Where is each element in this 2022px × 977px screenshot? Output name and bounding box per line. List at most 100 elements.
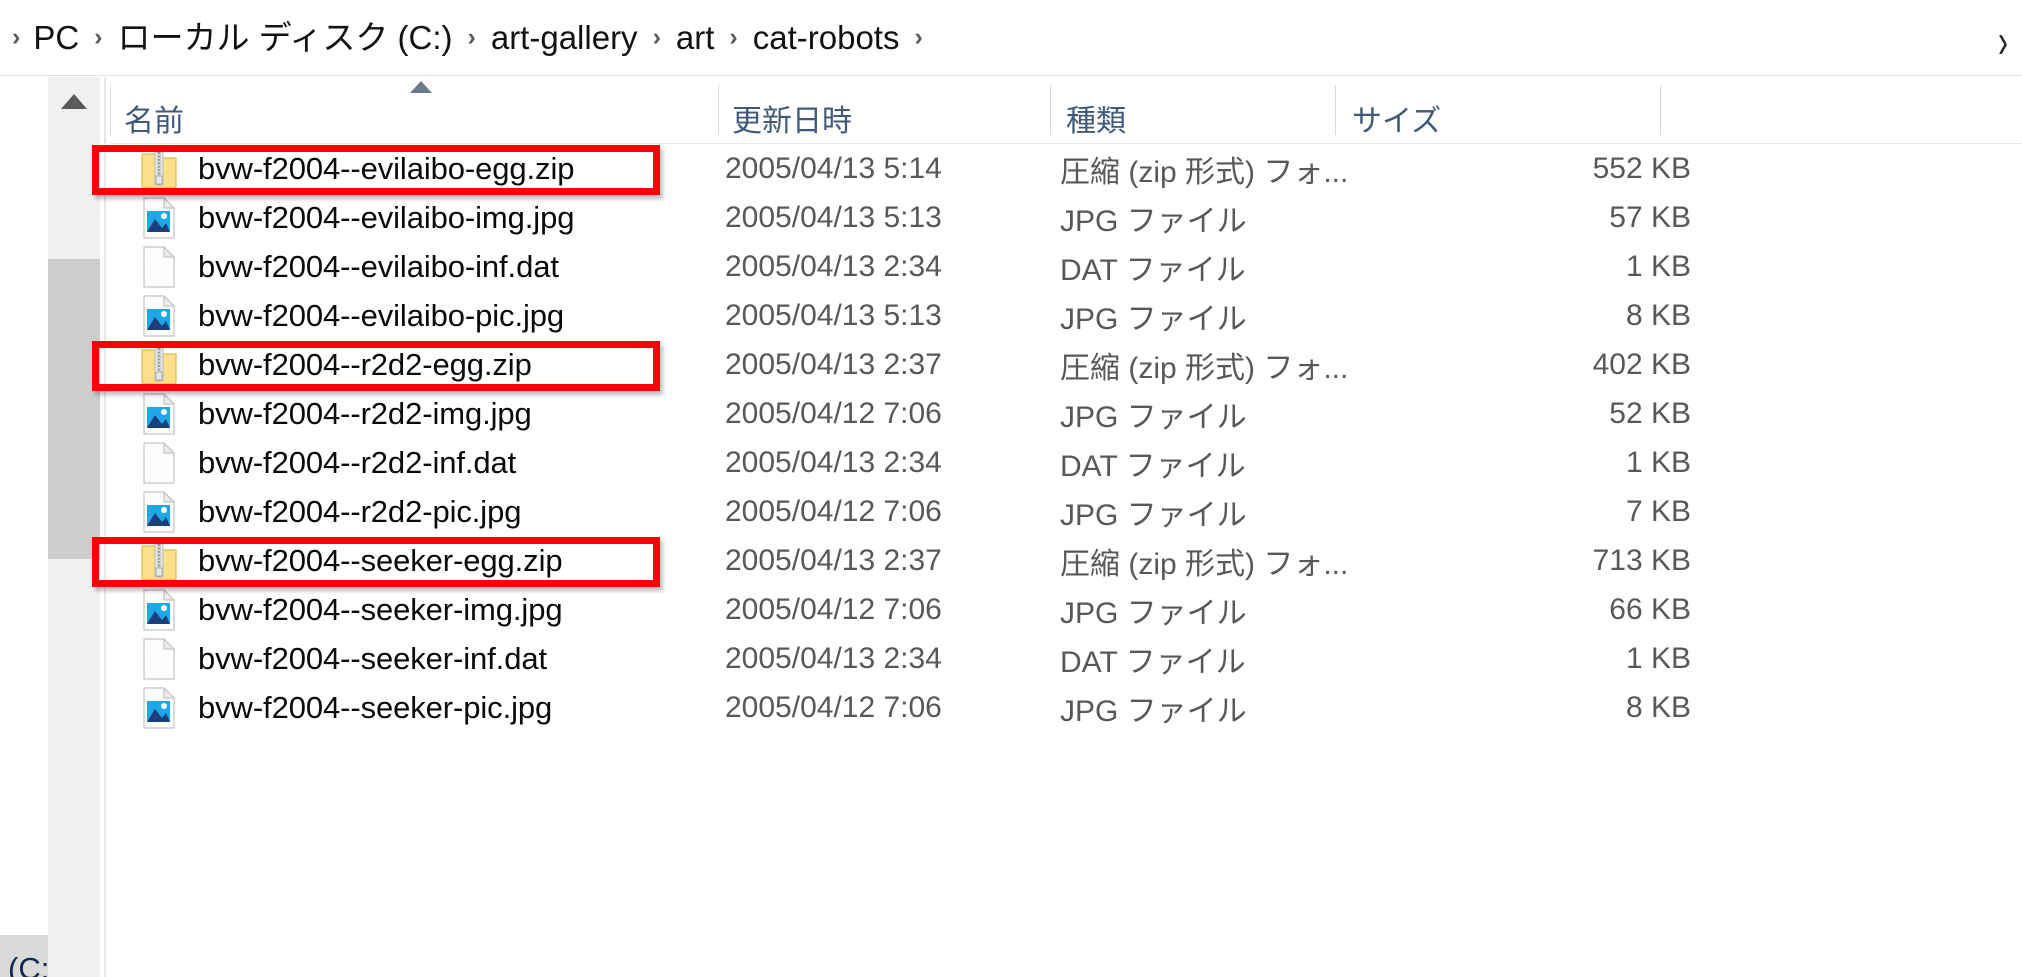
breadcrumb-separator-icon: › xyxy=(94,23,103,51)
column-header-date[interactable]: 更新日時 xyxy=(732,77,852,143)
breadcrumb-item-pc[interactable]: PC xyxy=(31,17,81,58)
table-row[interactable]: bvw-f2004--seeker-egg.zip 2005/04/13 2:37… xyxy=(110,536,2022,585)
column-header-type[interactable]: 種類 xyxy=(1066,77,1126,143)
jpg-icon xyxy=(140,686,178,729)
dat-icon xyxy=(140,245,178,288)
file-date-cell: 2005/04/13 5:14 xyxy=(725,151,942,185)
column-header-type-label: 種類 xyxy=(1066,104,1126,138)
column-header-date-label: 更新日時 xyxy=(732,104,852,138)
table-row[interactable]: bvw-f2004--seeker-inf.dat 2005/04/13 2:34… xyxy=(110,634,2022,683)
column-divider[interactable] xyxy=(718,85,719,135)
dat-icon xyxy=(140,441,178,484)
table-row[interactable]: bvw-f2004--r2d2-pic.jpg 2005/04/12 7:06 JP… xyxy=(110,487,2022,536)
navigation-pane-scrollbar[interactable] xyxy=(48,77,100,977)
column-divider[interactable] xyxy=(1050,85,1051,135)
table-row[interactable]: bvw-f2004--evilaibo-egg.zip 2005/04/13 5:… xyxy=(110,144,2022,193)
file-name-cell[interactable]: bvw-f2004--evilaibo-pic.jpg xyxy=(110,291,730,340)
dat-icon xyxy=(140,637,178,680)
file-size-cell: 8 KB xyxy=(1625,690,1691,724)
navigation-pane: (C: xyxy=(0,77,48,977)
nav-item-local-disk-partial[interactable]: (C: xyxy=(0,935,48,977)
file-name-cell[interactable]: bvw-f2004--evilaibo-inf.dat xyxy=(110,242,730,291)
file-type-cell: JPG ファイル xyxy=(1060,302,1247,336)
file-date-cell: 2005/04/12 7:06 xyxy=(725,396,942,430)
breadcrumb-separator-icon: › xyxy=(652,23,661,51)
file-name-cell[interactable]: bvw-f2004--evilaibo-img.jpg xyxy=(110,193,730,242)
address-overflow-chevron-icon[interactable]: › xyxy=(1998,16,2008,70)
breadcrumb-item-art-gallery[interactable]: art-gallery xyxy=(489,17,640,58)
file-name-label: bvw-f2004--evilaibo-egg.zip xyxy=(198,150,575,186)
file-name-label: bvw-f2004--r2d2-pic.jpg xyxy=(198,493,522,529)
file-name-label: bvw-f2004--seeker-pic.jpg xyxy=(198,689,553,725)
table-row[interactable]: bvw-f2004--r2d2-inf.dat 2005/04/13 2:34 DA… xyxy=(110,438,2022,487)
file-type-cell: DAT ファイル xyxy=(1060,253,1246,287)
zip-icon xyxy=(140,344,178,386)
file-name-label: bvw-f2004--r2d2-img.jpg xyxy=(198,395,532,431)
zip-icon xyxy=(140,148,178,190)
scrollbar-thumb[interactable] xyxy=(48,259,100,559)
column-divider[interactable] xyxy=(110,85,111,135)
file-size-cell: 552 KB xyxy=(1592,151,1691,185)
column-divider[interactable] xyxy=(1335,85,1336,135)
jpg-icon xyxy=(140,196,178,239)
pane-divider xyxy=(104,77,106,977)
file-name-cell[interactable]: bvw-f2004--r2d2-pic.jpg xyxy=(110,487,730,536)
file-type-cell: JPG ファイル xyxy=(1060,596,1247,630)
file-size-cell: 7 KB xyxy=(1625,494,1691,528)
file-name-label: bvw-f2004--r2d2-egg.zip xyxy=(198,346,532,382)
file-type-cell: DAT ファイル xyxy=(1060,449,1246,483)
file-size-cell: 1 KB xyxy=(1625,445,1691,479)
breadcrumb-separator-icon: › xyxy=(914,23,923,51)
scrollbar-up-button[interactable] xyxy=(48,77,100,125)
file-size-cell: 8 KB xyxy=(1625,298,1691,332)
table-row[interactable]: bvw-f2004--r2d2-img.jpg 2005/04/12 7:06 JP… xyxy=(110,389,2022,438)
file-date-cell: 2005/04/13 5:13 xyxy=(725,298,942,332)
table-row[interactable]: bvw-f2004--evilaibo-img.jpg 2005/04/13 5:… xyxy=(110,193,2022,242)
table-row[interactable]: bvw-f2004--seeker-img.jpg 2005/04/12 7:06… xyxy=(110,585,2022,634)
file-name-cell[interactable]: bvw-f2004--r2d2-img.jpg xyxy=(110,389,730,438)
file-type-cell: DAT ファイル xyxy=(1060,645,1246,679)
file-name-cell[interactable]: bvw-f2004--r2d2-egg.zip xyxy=(110,340,730,389)
file-date-cell: 2005/04/13 2:34 xyxy=(725,445,942,479)
file-name-cell[interactable]: bvw-f2004--seeker-pic.jpg xyxy=(110,683,730,732)
breadcrumb-item-cat-robots[interactable]: cat-robots xyxy=(751,17,902,58)
file-size-cell: 57 KB xyxy=(1609,200,1691,234)
column-header-name[interactable]: 名前 xyxy=(124,77,184,143)
breadcrumb-item-local-disk[interactable]: ローカル ディスク (C:) xyxy=(116,17,455,58)
file-name-cell[interactable]: bvw-f2004--seeker-egg.zip xyxy=(110,536,730,585)
file-size-cell: 1 KB xyxy=(1625,641,1691,675)
file-date-cell: 2005/04/13 2:37 xyxy=(725,543,942,577)
file-date-cell: 2005/04/12 7:06 xyxy=(725,592,942,626)
file-date-cell: 2005/04/13 5:13 xyxy=(725,200,942,234)
file-rows-container: bvw-f2004--evilaibo-egg.zip 2005/04/13 5:… xyxy=(110,144,2022,732)
table-row[interactable]: bvw-f2004--seeker-pic.jpg 2005/04/12 7:06… xyxy=(110,683,2022,732)
table-row[interactable]: bvw-f2004--r2d2-egg.zip 2005/04/13 2:37 圧縮… xyxy=(110,340,2022,389)
file-type-cell: JPG ファイル xyxy=(1060,400,1247,434)
address-bar[interactable]: › PC › ローカル ディスク (C:) › art-gallery › ar… xyxy=(0,0,2022,76)
file-type-cell: 圧縮 (zip 形式) フォ... xyxy=(1060,155,1349,189)
file-name-cell[interactable]: bvw-f2004--evilaibo-egg.zip xyxy=(110,144,730,193)
file-name-label: bvw-f2004--evilaibo-img.jpg xyxy=(198,199,575,235)
file-name-cell[interactable]: bvw-f2004--seeker-img.jpg xyxy=(110,585,730,634)
file-name-cell[interactable]: bvw-f2004--seeker-inf.dat xyxy=(110,634,730,683)
breadcrumb-item-art[interactable]: art xyxy=(674,17,717,58)
file-size-cell: 66 KB xyxy=(1609,592,1691,626)
file-name-label: bvw-f2004--r2d2-inf.dat xyxy=(198,444,517,480)
column-header-size-label: サイズ xyxy=(1352,104,1442,138)
file-name-cell[interactable]: bvw-f2004--r2d2-inf.dat xyxy=(110,438,730,487)
column-divider[interactable] xyxy=(1660,85,1661,135)
file-date-cell: 2005/04/13 2:34 xyxy=(725,641,942,675)
table-row[interactable]: bvw-f2004--evilaibo-inf.dat 2005/04/13 2:… xyxy=(110,242,2022,291)
file-name-label: bvw-f2004--evilaibo-pic.jpg xyxy=(198,297,565,333)
jpg-icon xyxy=(140,588,178,631)
table-row[interactable]: bvw-f2004--evilaibo-pic.jpg 2005/04/13 5:… xyxy=(110,291,2022,340)
column-header-size[interactable]: サイズ xyxy=(1352,77,1441,143)
jpg-icon xyxy=(140,392,178,435)
breadcrumb-separator-icon: › xyxy=(467,23,476,51)
jpg-icon xyxy=(140,490,178,533)
chevron-up-icon xyxy=(61,93,87,109)
zip-icon xyxy=(140,540,178,582)
file-type-cell: 圧縮 (zip 形式) フォ... xyxy=(1060,547,1349,581)
column-header-row: 名前 更新日時 種類 サイズ xyxy=(110,77,2022,144)
file-type-cell: JPG ファイル xyxy=(1060,204,1247,238)
